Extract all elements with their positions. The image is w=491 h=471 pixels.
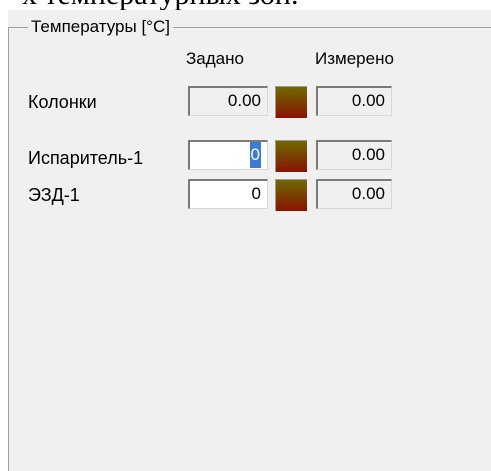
measured-value-field-columns: 0.00 — [316, 86, 392, 116]
set-value-field-columns: 0.00 — [188, 86, 268, 116]
group-title: Температуры [°C] — [28, 16, 173, 38]
selected-text: 0 — [249, 142, 261, 168]
temperature-indicator-ecd — [275, 179, 307, 211]
row-label-evaporator: Испаритель-1 — [28, 148, 144, 168]
screenshot-root: х температурных зон. Температуры [°C] За… — [0, 0, 491, 471]
column-header-set: Задано — [186, 49, 244, 68]
temperature-indicator-evaporator — [275, 140, 307, 172]
set-value-input-evaporator[interactable]: 0 — [188, 140, 268, 170]
set-value-input-ecd[interactable]: 0 — [188, 179, 268, 209]
measured-value-field-ecd: 0.00 — [316, 179, 392, 209]
row-label-columns: Колонки — [28, 92, 97, 112]
temperature-indicator-columns — [275, 86, 307, 118]
row-label-ecd: ЭЗД-1 — [28, 185, 80, 205]
measured-value-field-evaporator: 0.00 — [316, 140, 392, 170]
document-caption-fragment: х температурных зон. — [22, 0, 298, 10]
column-header-measured: Измерено — [315, 49, 394, 68]
